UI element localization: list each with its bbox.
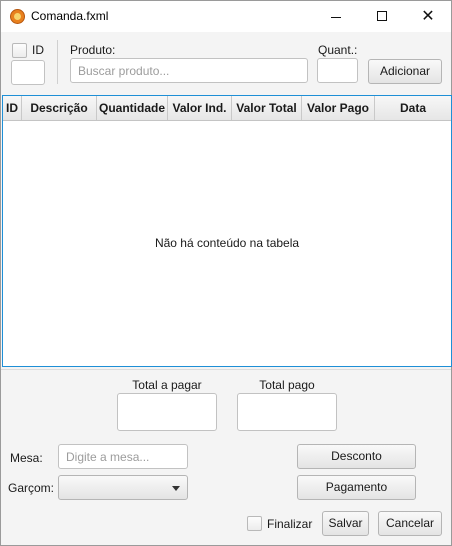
quantity-field[interactable] <box>317 58 358 83</box>
column-header-id[interactable]: ID <box>3 96 22 120</box>
total-a-pagar-label: Total a pagar <box>132 378 202 392</box>
salvar-button[interactable]: Salvar <box>322 511 369 536</box>
column-header-valor-pago[interactable]: Valor Pago <box>302 96 375 120</box>
pagamento-button[interactable]: Pagamento <box>297 475 416 500</box>
close-icon: ✕ <box>421 8 435 25</box>
produto-search-input[interactable] <box>70 58 308 83</box>
window: Comanda.fxml ✕ ID Produto: Quant.: Adici… <box>0 0 452 546</box>
chevron-down-icon <box>172 486 180 491</box>
window-title: Comanda.fxml <box>31 9 109 23</box>
produto-label: Produto: <box>70 43 116 57</box>
title-bar: Comanda.fxml ✕ <box>1 1 451 32</box>
total-pago-label: Total pago <box>259 378 315 392</box>
app-icon <box>10 9 25 24</box>
divider <box>57 40 58 84</box>
desconto-button[interactable]: Desconto <box>297 444 416 469</box>
column-header-data[interactable]: Data <box>375 96 451 120</box>
adicionar-button[interactable]: Adicionar <box>368 59 442 84</box>
items-table[interactable]: ID Descrição Quantidade Valor Ind. Valor… <box>2 95 452 367</box>
divider <box>1 369 451 370</box>
minimize-button[interactable] <box>313 1 359 32</box>
mesa-label: Mesa: <box>10 451 43 465</box>
cancelar-button[interactable]: Cancelar <box>378 511 442 536</box>
total-pago-field[interactable] <box>237 393 337 431</box>
garcom-select[interactable] <box>58 475 188 500</box>
id-field[interactable] <box>11 60 45 85</box>
finalizar-checkbox[interactable] <box>247 516 262 531</box>
finalizar-label: Finalizar <box>267 517 313 531</box>
quant-label: Quant.: <box>318 43 358 57</box>
id-label: ID <box>32 43 44 57</box>
column-header-valor-total[interactable]: Valor Total <box>232 96 302 120</box>
close-button[interactable]: ✕ <box>405 1 451 32</box>
garcom-label: Garçom: <box>8 481 55 495</box>
column-header-valor-ind[interactable]: Valor Ind. <box>168 96 232 120</box>
maximize-button[interactable] <box>359 1 405 32</box>
mesa-input[interactable] <box>58 444 188 469</box>
column-header-quantidade[interactable]: Quantidade <box>97 96 168 120</box>
table-header: ID Descrição Quantidade Valor Ind. Valor… <box>3 96 451 121</box>
total-a-pagar-field[interactable] <box>117 393 217 431</box>
maximize-icon <box>377 11 387 21</box>
empty-table-message: Não há conteúdo na tabela <box>154 236 300 250</box>
column-header-descricao[interactable]: Descrição <box>22 96 97 120</box>
minimize-icon <box>331 17 341 18</box>
id-checkbox[interactable] <box>12 43 27 58</box>
